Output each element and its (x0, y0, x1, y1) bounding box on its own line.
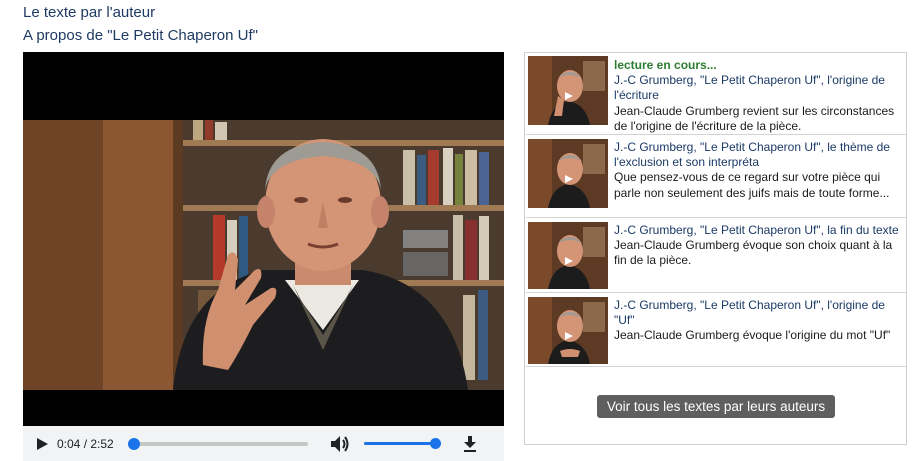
item-description: Jean-Claude Grumberg évoque son choix qu… (614, 238, 893, 268)
item-title[interactable]: J.-C Grumberg, "Le Petit Chaperon Uf", l… (614, 298, 885, 327)
playlist-item[interactable]: lecture en cours... J.-C Grumberg, "Le P… (526, 54, 906, 135)
thumbnail[interactable] (528, 56, 608, 125)
playlist-item[interactable]: J.-C Grumberg, "Le Petit Chaperon Uf", l… (526, 219, 906, 293)
time-display: 0:04 / 2:52 (57, 436, 114, 451)
seek-bar[interactable] (127, 437, 308, 450)
thumbnail[interactable] (528, 222, 608, 289)
play-icon[interactable] (35, 437, 49, 451)
speaker-thumbnail-image (528, 56, 608, 125)
volume-slider[interactable] (363, 438, 441, 449)
seek-handle[interactable] (127, 437, 140, 450)
item-text: J.-C Grumberg, "Le Petit Chaperon Uf", l… (614, 223, 904, 269)
speaker-thumbnail-image (528, 297, 608, 364)
speaker-thumbnail-image (528, 139, 608, 208)
playlist-item[interactable]: J.-C Grumberg, "Le Petit Chaperon Uf", l… (526, 136, 906, 218)
item-title[interactable]: J.-C Grumberg, "Le Petit Chaperon Uf", l… (614, 140, 890, 169)
thumbnail[interactable] (528, 297, 608, 364)
speaker-video-image (23, 120, 504, 390)
item-description: Jean-Claude Grumberg évoque l'origine du… (614, 328, 891, 343)
thumbnail[interactable] (528, 139, 608, 208)
player-controls: 0:04 / 2:52 (23, 426, 504, 461)
item-text: J.-C Grumberg, "Le Petit Chaperon Uf", l… (614, 140, 904, 201)
now-playing-label: lecture en cours... (614, 58, 717, 72)
item-title[interactable]: J.-C Grumberg, "Le Petit Chaperon Uf", l… (614, 73, 885, 102)
download-icon[interactable] (463, 435, 477, 452)
item-description: Que pensez-vous de ce regard sur votre p… (614, 170, 890, 200)
speaker-thumbnail-image (528, 222, 608, 289)
video-frame[interactable] (23, 120, 504, 390)
section-heading: Le texte par l'auteur (23, 4, 156, 21)
item-description: Jean-Claude Grumberg revient sur les cir… (614, 103, 895, 133)
video-playlist: lecture en cours... J.-C Grumberg, "Le P… (524, 52, 907, 445)
playlist-item[interactable]: J.-C Grumberg, "Le Petit Chaperon Uf", l… (526, 294, 906, 367)
all-texts-button[interactable]: Voir tous les textes par leurs auteurs (597, 395, 835, 418)
volume-handle[interactable] (429, 438, 441, 449)
item-title[interactable]: J.-C Grumberg, "Le Petit Chaperon Uf", l… (614, 223, 899, 237)
video-heading: A propos de "Le Petit Chaperon Uf" (23, 27, 258, 44)
volume-icon[interactable] (330, 435, 350, 453)
video-player[interactable]: 0:04 / 2:52 (23, 52, 504, 461)
item-text: lecture en cours... J.-C Grumberg, "Le P… (614, 58, 904, 134)
volume-level (363, 442, 436, 445)
item-text: J.-C Grumberg, "Le Petit Chaperon Uf", l… (614, 298, 904, 344)
